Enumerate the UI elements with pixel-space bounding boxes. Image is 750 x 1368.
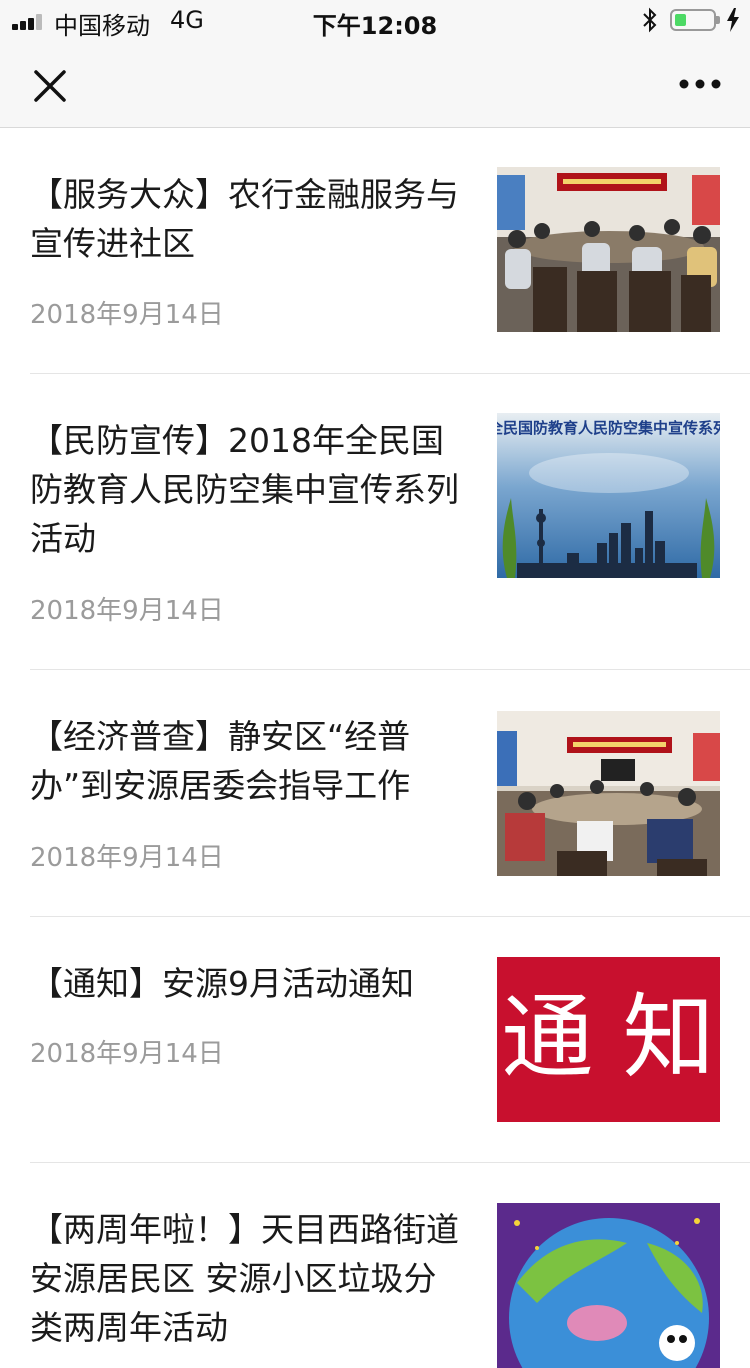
article-thumbnail: 通 知 (497, 957, 720, 1122)
article-thumbnail (497, 167, 720, 332)
article-date: 2018年9月14日 (30, 596, 224, 626)
article-item[interactable]: 【服务大众】农行金融服务与宣传进社区 2018年9月14日 (0, 128, 750, 374)
article-title: 【通知】安源9月活动通知 (30, 964, 414, 1003)
article-item[interactable]: 【民防宣传】2018年全民国防教育人民防空集中宣传系列活动 2018年9月14日… (0, 374, 750, 670)
article-item[interactable]: 【两周年啦！】天目西路街道安源居民区 安源小区垃圾分类两周年活动 (0, 1163, 750, 1368)
article-date: 2018年9月14日 (30, 1039, 224, 1069)
article-date: 2018年9月14日 (30, 300, 224, 330)
article-thumbnail: 年全民国防教育人民防空集中宣传系列活 (497, 413, 720, 578)
article-thumbnail (497, 711, 720, 876)
battery-tip (716, 16, 720, 24)
bluetooth-icon (643, 7, 657, 33)
battery-level (675, 14, 686, 26)
article-thumbnail (497, 1203, 720, 1368)
meeting-photo (497, 167, 720, 332)
more-button[interactable] (672, 66, 728, 102)
close-button[interactable] (26, 62, 74, 110)
status-time: 下午12:08 (312, 12, 438, 40)
article-title: 【经济普查】静安区“经普办”到安源居委会指导工作 (30, 717, 411, 805)
article-title: 【服务大众】农行金融服务与宣传进社区 (30, 175, 459, 263)
notice-text: 通 知 (501, 984, 714, 1091)
article-title: 【民防宣传】2018年全民国防教育人民防空集中宣传系列活动 (30, 421, 459, 558)
battery-icon (670, 9, 716, 31)
article-title: 【两周年啦！】天目西路街道安源居民区 安源小区垃圾分类两周年活动 (30, 1210, 459, 1347)
skyline-poster: 年全民国防教育人民防空集中宣传系列活 (497, 413, 720, 578)
article-item[interactable]: 【经济普查】静安区“经普办”到安源居委会指导工作 2018年9月14日 (0, 670, 750, 917)
article-list: 【服务大众】农行金融服务与宣传进社区 2018年9月14日 【民防宣传】2018… (0, 128, 750, 1368)
charging-icon (727, 8, 739, 32)
status-bar: 中国移动 4G 下午12:08 (0, 0, 750, 40)
article-date: 2018年9月14日 (30, 843, 224, 873)
earth-cartoon (497, 1203, 720, 1368)
close-icon (34, 70, 66, 102)
nav-bar (0, 40, 750, 128)
article-item[interactable]: 【通知】安源9月活动通知 2018年9月14日 通 知 (0, 917, 750, 1163)
meeting-photo (497, 711, 720, 876)
poster-banner: 年全民国防教育人民防空集中宣传系列活 (497, 419, 720, 437)
notice-graphic: 通 知 (497, 957, 720, 1122)
more-icon (679, 79, 721, 89)
